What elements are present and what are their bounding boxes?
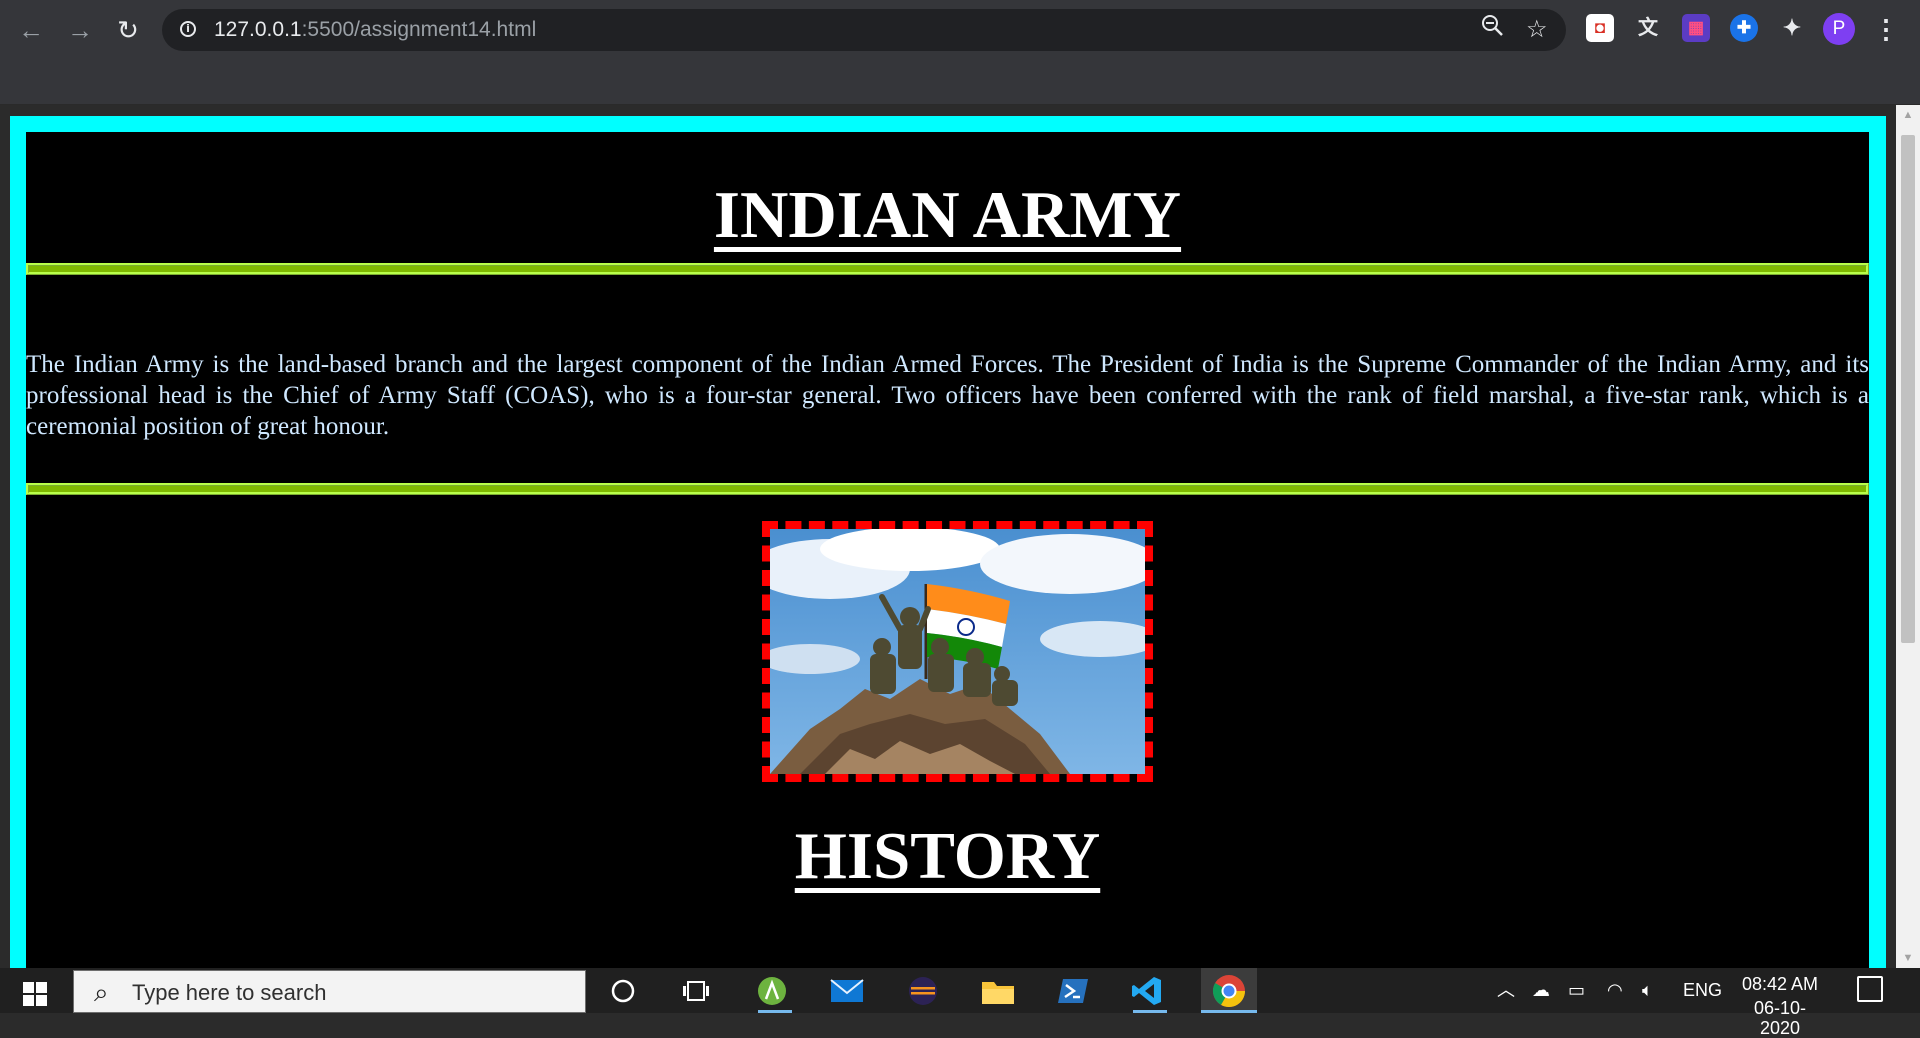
bookmarks-bar [0, 60, 1920, 105]
divider-rule [26, 263, 1869, 275]
scroll-down-arrow-icon[interactable]: ▼ [1896, 948, 1920, 968]
browser-menu-icon[interactable]: ⋮ [1873, 13, 1899, 45]
page-content: INDIAN ARMY The Indian Army is the land-… [26, 132, 1869, 968]
page-frame: INDIAN ARMY The Indian Army is the land-… [10, 116, 1886, 968]
address-bar[interactable]: i 127.0.0.1:5500/assignment14.html ☆ [162, 9, 1566, 51]
notification-center-icon[interactable] [1857, 976, 1883, 1002]
browser-toolbar: ← → ↻ i 127.0.0.1:5500/assignment14.html… [0, 0, 1920, 60]
language-indicator[interactable]: ENG [1683, 968, 1722, 1013]
profile-avatar[interactable]: P [1823, 13, 1855, 45]
wifi-icon[interactable]: ◠ [1607, 968, 1623, 1013]
soldiers-with-flag-image [770, 529, 1145, 774]
file-explorer-icon[interactable] [980, 973, 1016, 1009]
page-title: INDIAN ARMY [713, 178, 1182, 252]
battery-icon[interactable]: ▭ [1568, 968, 1585, 1013]
chrome-icon [1212, 975, 1245, 1008]
start-button[interactable] [0, 968, 70, 1013]
zoom-icon[interactable] [1480, 9, 1504, 51]
url-host: 127.0.0.1 [214, 18, 302, 41]
bookmark-star-icon[interactable]: ☆ [1526, 9, 1548, 51]
history-heading: HISTORY [794, 819, 1101, 893]
show-hidden-icons-chevron-icon[interactable]: ︿ [1497, 968, 1515, 1013]
page-viewport: INDIAN ARMY The Indian Army is the land-… [0, 105, 1896, 968]
scroll-thumb[interactable] [1901, 135, 1915, 643]
taskbar-search-box[interactable]: ⌕ Type here to search [73, 970, 586, 1013]
translate-icon[interactable]: 文 [1634, 14, 1662, 42]
powershell-icon[interactable] [1055, 973, 1091, 1009]
search-placeholder: Type here to search [132, 980, 327, 1005]
windows-logo-icon [23, 982, 47, 1006]
mail-icon[interactable] [829, 973, 865, 1009]
page-scrollbar[interactable]: ▲ ▼ [1896, 105, 1920, 968]
army-photo [762, 521, 1153, 782]
url-path: :5500/assignment14.html [301, 18, 537, 41]
chrome-taskbar-button[interactable] [1201, 968, 1257, 1013]
cortana-icon[interactable] [605, 973, 641, 1009]
forward-button[interactable]: → [62, 12, 98, 48]
url-text[interactable]: 127.0.0.1:5500/assignment14.html [214, 9, 536, 51]
search-icon: ⌕ [94, 977, 109, 1007]
site-info-icon[interactable]: i [180, 21, 196, 37]
clock-date[interactable]: 06-10-2020 [1735, 998, 1825, 1038]
grid-icon[interactable]: ▦ [1682, 14, 1710, 42]
intro-paragraph: The Indian Army is the land-based branch… [26, 351, 1869, 440]
eclipse-icon[interactable] [905, 973, 941, 1009]
shield-icon[interactable]: ◘ [1586, 14, 1614, 42]
divider-rule [26, 483, 1869, 495]
volume-icon[interactable]: 🔈︎ [1642, 968, 1653, 1013]
clock-time[interactable]: 08:42 AM [1735, 974, 1825, 994]
onedrive-cloud-icon[interactable]: ☁ [1532, 968, 1550, 1013]
back-button[interactable]: ← [13, 12, 49, 48]
gamepad-icon[interactable]: ✚ [1730, 14, 1758, 42]
puzzle-icon[interactable]: ✦ [1778, 14, 1806, 42]
reload-button[interactable]: ↻ [110, 12, 146, 48]
task-view-icon[interactable] [678, 973, 714, 1009]
scroll-up-arrow-icon[interactable]: ▲ [1896, 105, 1920, 125]
vscode-icon[interactable] [1129, 973, 1165, 1009]
android-studio-icon[interactable] [754, 973, 790, 1009]
windows-taskbar: ⌕ Type here to search ︿ ☁ ▭ ◠ 🔈︎ ENG 08:… [0, 968, 1920, 1038]
